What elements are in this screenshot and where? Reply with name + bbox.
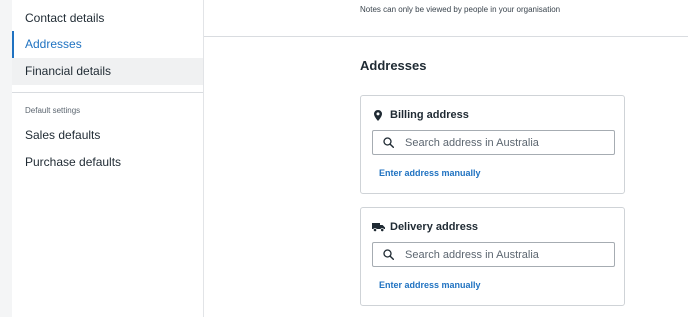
delivery-enter-address-manually-link[interactable]: Enter address manually <box>379 280 481 290</box>
truck-icon <box>371 221 385 233</box>
sidebar-item-contact-details[interactable]: Contact details <box>12 5 203 32</box>
sidebar-item-purchase-defaults[interactable]: Purchase defaults <box>12 149 203 176</box>
main-content: Notes can only be viewed by people in yo… <box>204 0 688 317</box>
delivery-address-search[interactable] <box>372 242 615 267</box>
delivery-address-header: Delivery address <box>371 221 478 233</box>
billing-address-title: Billing address <box>390 109 469 121</box>
sidebar-item-addresses[interactable]: Addresses <box>12 31 203 58</box>
map-pin-icon <box>371 109 385 121</box>
section-divider <box>204 36 688 37</box>
delivery-address-search-input[interactable] <box>405 248 605 261</box>
notes-privacy-text: Notes can only be viewed by people in yo… <box>360 5 561 14</box>
search-icon <box>373 249 403 260</box>
section-title: Addresses <box>360 58 427 73</box>
sidebar-section-heading: Default settings <box>25 106 81 115</box>
sidebar-item-label: Contact details <box>25 11 105 25</box>
search-icon <box>373 137 403 148</box>
contact-form-screen: Contact details Addresses Financial deta… <box>0 0 688 317</box>
sidebar-item-sales-defaults[interactable]: Sales defaults <box>12 122 203 149</box>
billing-address-search[interactable] <box>372 130 615 155</box>
delivery-address-card: Delivery address Enter address manually <box>360 207 625 306</box>
delivery-address-title: Delivery address <box>390 221 479 233</box>
sidebar: Contact details Addresses Financial deta… <box>12 0 204 317</box>
billing-address-search-input[interactable] <box>405 136 605 149</box>
sidebar-item-label: Addresses <box>25 37 82 51</box>
sidebar-item-label: Purchase defaults <box>25 155 122 169</box>
billing-enter-address-manually-link[interactable]: Enter address manually <box>379 168 481 178</box>
billing-address-header: Billing address <box>371 109 469 121</box>
sidebar-item-financial-details[interactable]: Financial details <box>12 58 203 85</box>
sidebar-item-label: Sales defaults <box>25 128 101 142</box>
sidebar-item-label: Financial details <box>25 64 112 78</box>
sidebar-divider <box>12 92 203 93</box>
billing-address-card: Billing address Enter address manually <box>360 95 625 194</box>
